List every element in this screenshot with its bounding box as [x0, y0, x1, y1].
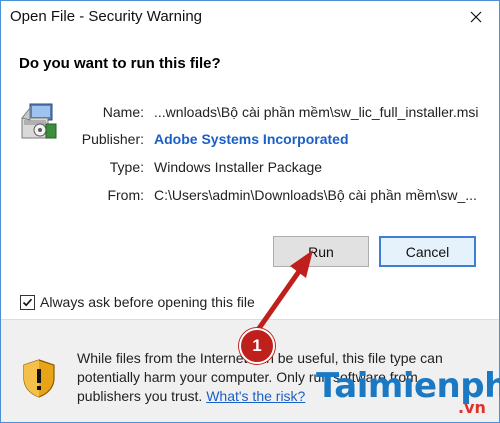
close-button[interactable]	[453, 1, 499, 32]
always-ask-checkbox[interactable]	[20, 294, 35, 310]
checkmark-icon	[22, 298, 33, 306]
run-button[interactable]: Run	[273, 236, 369, 267]
cancel-button[interactable]: Cancel	[379, 236, 476, 267]
name-label: Name:	[102, 104, 144, 120]
always-ask-label[interactable]: Always ask before opening this file	[40, 294, 255, 310]
from-value: C:\Users\admin\Downloads\Bộ cài phần mềm…	[154, 187, 477, 203]
step-number-badge: 1	[239, 328, 275, 364]
security-shield-icon	[23, 359, 55, 398]
title-bar: Open File - Security Warning	[1, 1, 499, 32]
type-label: Type:	[109, 159, 144, 175]
name-value: ...wnloads\Bộ cài phần mềm\sw_lic_full_i…	[154, 104, 479, 120]
warning-line-3: publishers you trust.	[77, 388, 203, 404]
from-label: From:	[107, 187, 144, 203]
publisher-link[interactable]: Adobe Systems Incorporated	[154, 131, 349, 147]
close-icon	[470, 11, 482, 22]
publisher-label: Publisher:	[81, 131, 144, 147]
always-ask-row: Always ask before opening this file	[20, 294, 255, 310]
taimienphi-watermark: Taimienphi .vn	[316, 366, 500, 418]
window-title: Open File - Security Warning	[10, 8, 203, 25]
type-value: Windows Installer Package	[154, 159, 323, 175]
dialog-question: Do you want to run this file?	[19, 55, 221, 72]
dialog-body: Do you want to run this file? Name: ...w…	[1, 32, 499, 319]
watermark-suffix: .vn	[458, 398, 486, 417]
whats-the-risk-link[interactable]: What's the risk?	[206, 388, 305, 404]
